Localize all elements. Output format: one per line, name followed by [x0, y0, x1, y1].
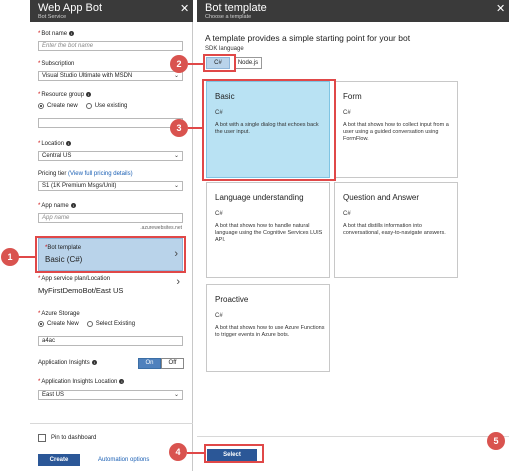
storage-existing-radio[interactable]	[86, 321, 93, 327]
template-intro: A template provides a simple starting po…	[205, 33, 411, 43]
card-title: Form	[343, 92, 362, 101]
radio-label: Select Existing	[95, 321, 136, 327]
pin-to-dashboard-checkbox[interactable]	[38, 434, 46, 442]
card-title: Language understanding	[215, 193, 304, 202]
blade-title: Web App Bot	[38, 2, 103, 14]
chevron-down-icon: ⌄	[173, 392, 179, 398]
app-domain-suffix: .azurewebsites.net	[140, 225, 182, 231]
card-description: A bot that shows how to handle natural l…	[215, 223, 323, 243]
app-insights-location-label: *Application Insights Location i	[38, 379, 125, 385]
template-card-language-understanding[interactable]: Language understanding C# A bot that sho…	[206, 182, 330, 278]
azure-storage-input[interactable]: a4ac	[38, 336, 183, 346]
blade-footer: Pin to dashboard Create Automation optio…	[30, 423, 193, 471]
card-language: C#	[343, 110, 351, 116]
template-card-proactive[interactable]: Proactive C# A bot that shows how to use…	[206, 284, 330, 372]
sdk-language-label: SDK language	[205, 46, 244, 52]
app-insights-off-button[interactable]: Off	[161, 358, 184, 369]
azure-storage-label: *Azure Storage	[38, 311, 80, 317]
resource-group-options: Create new Use existing	[38, 103, 127, 109]
bot-template-blade: Bot template Choose a template ✕ A templ…	[197, 0, 518, 471]
close-icon[interactable]: ✕	[496, 4, 505, 15]
card-title: Proactive	[215, 295, 249, 304]
card-language: C#	[215, 313, 223, 319]
app-insights-label: Application Insights i	[38, 360, 97, 366]
sdk-nodejs-button[interactable]: Node.js	[234, 57, 262, 69]
create-button[interactable]: Create	[38, 454, 80, 466]
info-icon: i	[70, 203, 76, 208]
blade-header: Bot template Choose a template ✕	[197, 0, 509, 22]
app-name-input[interactable]: App name	[38, 213, 183, 223]
callout-4: 4	[169, 443, 187, 461]
callout-3: 3	[170, 119, 188, 137]
blade-header: Web App Bot Bot Service ✕	[30, 0, 193, 22]
chevron-down-icon: ⌄	[173, 73, 179, 79]
pin-to-dashboard-label: Pin to dashboard	[51, 435, 97, 441]
storage-create-radio[interactable]	[38, 321, 44, 327]
callout-2: 2	[170, 55, 188, 73]
close-icon[interactable]: ✕	[180, 4, 189, 15]
callout-arrow	[188, 63, 203, 65]
pricing-tier-label: Pricing tier (View full pricing details)	[38, 171, 133, 177]
card-description: A bot that shows how to collect input fr…	[343, 122, 449, 142]
card-description: A bot that distills information into con…	[343, 223, 446, 236]
info-icon: i	[119, 379, 125, 384]
template-card-question-answer[interactable]: Question and Answer C# A bot that distil…	[334, 182, 458, 278]
info-icon: i	[69, 31, 75, 36]
pricing-tier-select[interactable]: S1 (1K Premium Msgs/Unit) ⌄	[38, 181, 183, 191]
subscription-label: *Subscription	[38, 61, 75, 67]
app-service-plan-value[interactable]: MyFirstDemoBot/East US	[38, 286, 123, 295]
chevron-down-icon: ⌄	[173, 183, 179, 189]
callout-arrow	[187, 452, 204, 454]
blade-subtitle: Choose a template	[205, 14, 252, 20]
app-insights-toggle: On Off	[138, 358, 184, 369]
chevron-down-icon: ⌄	[173, 153, 179, 159]
subscription-select[interactable]: Visual Studio Ultimate with MSDN ⌄	[38, 71, 183, 81]
radio-label: Use existing	[94, 103, 128, 109]
callout-arrow	[188, 127, 202, 129]
blade-title: Bot template	[205, 2, 267, 14]
callout-1: 1	[1, 248, 19, 266]
radio-label: Create New	[47, 321, 79, 327]
card-language: C#	[215, 211, 223, 217]
bot-name-input[interactable]: Enter the bot name	[38, 41, 183, 51]
info-icon: i	[91, 360, 97, 365]
info-icon: i	[86, 92, 92, 97]
screenshot-root: Web App Bot Bot Service ✕ *Bot name i Ent…	[0, 0, 518, 471]
resource-group-create-radio[interactable]	[38, 103, 44, 109]
highlight-select-button	[204, 444, 264, 463]
app-insights-on-button[interactable]: On	[138, 358, 161, 369]
azure-storage-options: Create New Select Existing	[38, 321, 135, 327]
radio-label: Create new	[47, 103, 78, 109]
app-name-label: *App name i	[38, 203, 76, 209]
pricing-details-link[interactable]: (View full pricing details)	[68, 171, 133, 177]
highlight-sdk-csharp	[203, 54, 236, 72]
highlight-bot-template	[35, 236, 186, 273]
resource-group-existing-radio[interactable]	[85, 103, 92, 109]
resource-group-label: *Resource group i	[38, 92, 92, 98]
callout-5: 5	[487, 432, 505, 450]
app-insights-location-select[interactable]: East US ⌄	[38, 390, 183, 400]
automation-options-link[interactable]: Automation options	[98, 457, 149, 463]
resource-group-input[interactable]	[38, 118, 183, 128]
info-icon: i	[66, 141, 72, 146]
location-select[interactable]: Central US ⌄	[38, 151, 183, 161]
template-card-form[interactable]: Form C# A bot that shows how to collect …	[334, 81, 458, 178]
app-service-plan-label: *App service plan/Location	[38, 276, 111, 282]
bot-name-label: *Bot name i	[38, 31, 75, 37]
location-label: *Location i	[38, 141, 72, 147]
callout-arrow	[17, 256, 35, 258]
card-language: C#	[343, 211, 351, 217]
highlight-basic-card	[202, 79, 336, 181]
card-title: Question and Answer	[343, 193, 420, 202]
blade-subtitle: Bot Service	[38, 14, 67, 20]
card-description: A bot that shows how to use Azure Functi…	[215, 325, 325, 338]
chevron-right-icon: ›	[176, 276, 180, 288]
